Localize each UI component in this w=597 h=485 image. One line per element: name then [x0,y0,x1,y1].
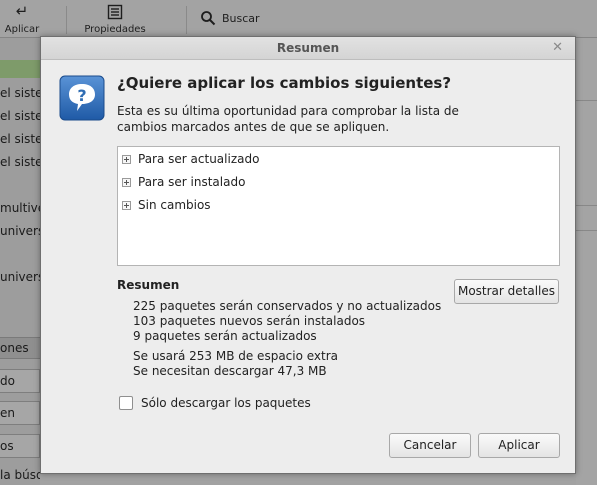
list-item[interactable]: multiverse [0,197,40,219]
properties-icon [74,0,156,24]
tree-row-upgrade[interactable]: Para ser actualizado [122,150,259,168]
cancel-button[interactable]: Cancelar [389,433,471,458]
divider [576,100,597,101]
background-bottom-strip [40,474,576,485]
search-toolbar-button[interactable]: Buscar [200,10,260,26]
list-item[interactable]: universe [0,220,40,242]
tree-row-unchanged[interactable]: Sin cambios [122,196,211,214]
close-icon[interactable]: ✕ [552,40,563,55]
download-only-option[interactable]: Sólo descargar los paquetes [119,396,311,410]
changes-tree[interactable]: Para ser actualizado Para ser instalado … [117,146,560,266]
summary-dialog: Resumen ✕ ? ¿Quiere aplicar los cambios … [40,36,576,474]
background-status-label: la búsqueda [0,468,40,482]
background-right-panel [576,38,597,485]
summary-line: 9 paquetes serán actualizados [133,329,317,343]
main-toolbar: ↵ Aplicar Propiedades Buscar [0,0,597,38]
tree-row-label: Para ser actualizado [138,152,260,166]
summary-heading: Resumen [117,278,180,292]
tree-row-install[interactable]: Para ser instalado [122,173,245,191]
list-item[interactable]: el sistema [0,151,40,173]
background-side-button[interactable]: do [0,369,40,393]
expander-plus-icon[interactable] [122,200,131,210]
list-item[interactable]: el sistema [0,105,40,127]
question-icon: ? [59,75,105,121]
background-side-button[interactable]: en [0,401,40,425]
divider [576,230,597,231]
search-icon [200,10,216,26]
expander-plus-icon[interactable] [122,177,131,187]
tree-row-label: Para ser instalado [138,175,246,189]
search-toolbar-label: Buscar [222,11,260,25]
show-details-button[interactable]: Mostrar detalles [454,279,559,304]
apply-arrow-icon: ↵ [15,2,29,20]
download-only-label: Sólo descargar los paquetes [141,396,311,410]
list-item[interactable]: universe [0,266,40,288]
summary-line: 225 paquetes serán conservados y no actu… [133,299,442,313]
background-group-header: ones [0,337,40,359]
svg-text:?: ? [77,86,86,105]
divider [576,205,597,206]
toolbar-separator [66,6,67,34]
download-only-checkbox[interactable] [119,396,133,410]
apply-toolbar-button[interactable]: ↵ Aplicar [0,0,44,38]
background-side-button[interactable]: os [0,434,40,458]
expander-plus-icon[interactable] [122,154,131,164]
dialog-title: Resumen [276,41,340,55]
properties-toolbar-label: Propiedades [84,24,146,35]
toolbar-separator [186,6,187,34]
summary-line: Se usará 253 MB de espacio extra [133,349,339,363]
properties-toolbar-button[interactable]: Propiedades [74,0,156,38]
list-item[interactable]: el sistema [0,82,40,104]
dialog-heading: ¿Quiere aplicar los cambios siguientes? [117,74,452,92]
apply-toolbar-label: Aplicar [4,24,40,35]
summary-line: 103 paquetes nuevos serán instalados [133,314,366,328]
dialog-titlebar[interactable]: Resumen ✕ [41,37,575,60]
summary-line: Se necesitan descargar 47,3 MB [133,364,327,378]
apply-button[interactable]: Aplicar [478,433,560,458]
list-item[interactable]: el sistema [0,128,40,150]
tree-row-label: Sin cambios [138,198,211,212]
dialog-intro-text: Esta es su última oportunidad para compr… [117,104,459,134]
background-selected-row [0,60,40,78]
